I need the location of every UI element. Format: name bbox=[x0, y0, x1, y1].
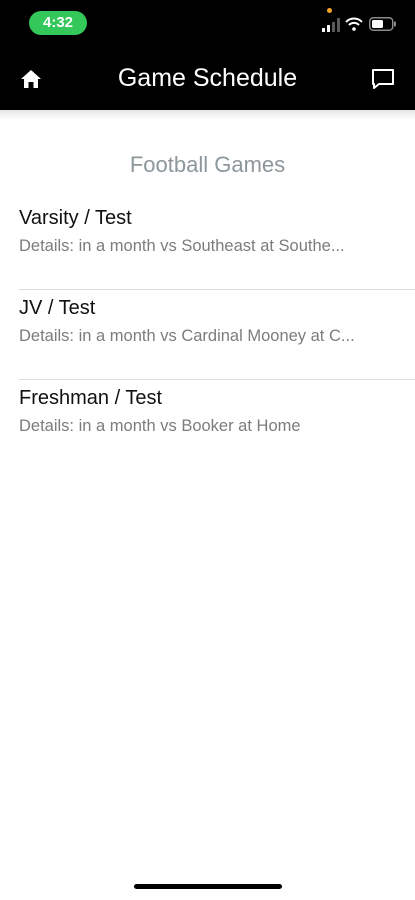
game-list: Varsity / Test Details: in a month vs So… bbox=[0, 200, 415, 470]
game-details: Details: in a month vs Cardinal Mooney a… bbox=[19, 327, 355, 345]
home-indicator-bar[interactable] bbox=[134, 884, 282, 889]
status-time: 4:32 bbox=[29, 11, 87, 35]
privacy-indicator-dot bbox=[327, 8, 332, 13]
nav-shadow bbox=[0, 110, 415, 120]
cellular-signal-icon bbox=[322, 18, 340, 32]
game-title: Freshman / Test bbox=[19, 387, 163, 409]
page-title: Game Schedule bbox=[117, 64, 298, 92]
game-title: JV / Test bbox=[19, 297, 96, 319]
game-details: Details: in a month vs Southeast at Sout… bbox=[19, 237, 345, 255]
screen: 4:32 Game Schedule Football Games Varsit… bbox=[0, 0, 415, 900]
game-details: Details: in a month vs Booker at Home bbox=[19, 417, 301, 435]
battery-icon bbox=[369, 17, 396, 31]
status-bar: 4:32 bbox=[0, 0, 415, 48]
game-list-item-jv[interactable]: JV / Test Details: in a month vs Cardina… bbox=[0, 290, 415, 380]
wifi-icon bbox=[345, 17, 363, 31]
game-title: Varsity / Test bbox=[19, 207, 132, 229]
chat-bubble-icon bbox=[372, 69, 394, 89]
messages-button[interactable] bbox=[368, 64, 398, 94]
navigation-bar: Game Schedule bbox=[0, 48, 415, 110]
section-header: Football Games bbox=[129, 152, 286, 177]
game-list-item-freshman[interactable]: Freshman / Test Details: in a month vs B… bbox=[0, 380, 415, 470]
game-list-item-varsity[interactable]: Varsity / Test Details: in a month vs So… bbox=[0, 200, 415, 290]
